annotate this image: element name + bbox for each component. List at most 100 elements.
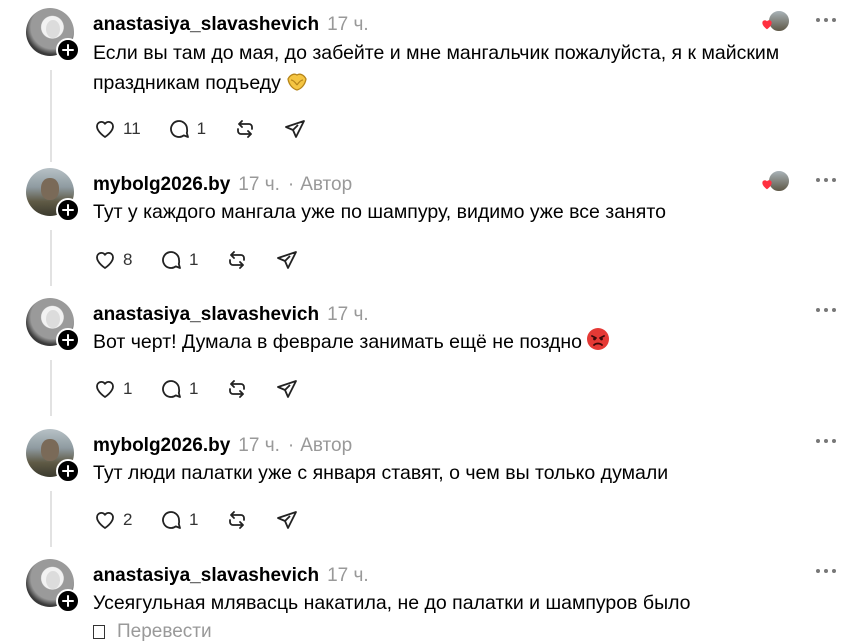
thread-connector-line bbox=[50, 230, 52, 286]
ellipsis-icon[interactable] bbox=[815, 176, 837, 184]
reply-button[interactable]: 1 bbox=[159, 248, 199, 272]
follow-plus-icon[interactable] bbox=[56, 198, 80, 222]
post-time[interactable]: 17 ч. bbox=[327, 565, 369, 587]
avatar-with-follow[interactable] bbox=[26, 298, 80, 352]
share-button[interactable] bbox=[275, 508, 299, 532]
separator-dot: · bbox=[287, 174, 295, 195]
avatar-with-follow[interactable] bbox=[26, 429, 80, 483]
repost-arrows-icon bbox=[229, 511, 245, 529]
post-header: mybolg2026.by 17 ч. · Автор bbox=[93, 174, 352, 196]
follow-plus-icon[interactable] bbox=[56, 459, 80, 483]
liked-by-author-indicator bbox=[760, 10, 790, 34]
thread-connector-line bbox=[50, 70, 52, 162]
reply-count: 1 bbox=[196, 119, 207, 138]
post-text-content: Усеягульная млявасць накатила, не до пал… bbox=[93, 592, 691, 614]
translate-icon bbox=[93, 625, 105, 639]
repost-button[interactable] bbox=[233, 117, 257, 141]
author-badge: Автор bbox=[300, 435, 353, 456]
follow-plus-icon[interactable] bbox=[56, 38, 80, 62]
repost-arrows-icon bbox=[229, 380, 245, 398]
paper-plane-icon bbox=[277, 380, 297, 398]
speech-bubble-icon bbox=[162, 251, 181, 269]
pleading-hands-emoji bbox=[287, 73, 307, 91]
ellipsis-icon[interactable] bbox=[815, 306, 837, 314]
paper-plane-icon bbox=[277, 511, 297, 529]
post-text-content: Вот черт! Думала в феврале занимать ещё … bbox=[93, 331, 583, 353]
like-button[interactable]: 11 bbox=[93, 117, 141, 141]
post-header: anastasiya_slavashevich 17 ч. bbox=[93, 304, 369, 326]
paper-plane-icon bbox=[277, 251, 297, 269]
follow-plus-icon[interactable] bbox=[56, 328, 80, 352]
post-text: Тут у каждого мангала уже по шампуру, ви… bbox=[93, 197, 823, 227]
ellipsis-icon[interactable] bbox=[815, 16, 837, 24]
repost-arrows-icon bbox=[229, 251, 245, 269]
post-header: anastasiya_slavashevich 17 ч. bbox=[93, 14, 369, 36]
username[interactable]: mybolg2026.by bbox=[93, 174, 230, 196]
post-actions: 11 1 bbox=[93, 117, 333, 141]
reply-button[interactable]: 1 bbox=[159, 377, 199, 401]
repost-arrows-icon bbox=[236, 120, 253, 138]
post-time[interactable]: 17 ч. bbox=[327, 14, 369, 36]
repost-button[interactable] bbox=[225, 248, 249, 272]
like-button[interactable]: 8 bbox=[93, 248, 133, 272]
heart-outline-icon bbox=[96, 252, 114, 269]
red-heart-icon bbox=[762, 180, 772, 190]
post-text: Если вы там до мая, до забейте и мне ман… bbox=[93, 38, 823, 98]
username[interactable]: anastasiya_slavashevich bbox=[93, 304, 319, 326]
reply-count: 1 bbox=[189, 510, 199, 529]
paper-plane-icon bbox=[284, 120, 305, 138]
share-button[interactable] bbox=[283, 117, 307, 141]
heart-outline-icon bbox=[96, 512, 114, 529]
speech-bubble-icon bbox=[162, 380, 181, 398]
post-text-content: Если вы там до мая, до забейте и мне ман… bbox=[93, 42, 780, 94]
repost-button[interactable] bbox=[225, 377, 249, 401]
heart-outline-icon bbox=[96, 381, 114, 398]
reply-count: 1 bbox=[189, 379, 199, 398]
post-text: Вот черт! Думала в феврале занимать ещё … bbox=[93, 327, 823, 357]
share-button[interactable] bbox=[275, 248, 299, 272]
angry-face-emoji bbox=[587, 328, 610, 350]
red-heart-icon bbox=[762, 20, 772, 30]
post-actions: 2 1 bbox=[93, 508, 325, 532]
separator-dot: · bbox=[287, 435, 295, 456]
ellipsis-icon[interactable] bbox=[815, 437, 837, 445]
username[interactable]: anastasiya_slavashevich bbox=[93, 565, 319, 587]
post-text: Усеягульная млявасць накатила, не до пал… bbox=[93, 588, 823, 618]
like-count: 8 bbox=[123, 250, 133, 269]
reply-button[interactable]: 1 bbox=[159, 508, 199, 532]
author-badge: Автор bbox=[300, 174, 353, 195]
like-button[interactable]: 2 bbox=[93, 508, 133, 532]
post-text-content: Тут люди палатки уже с января ставят, о … bbox=[93, 462, 669, 484]
avatar-with-follow[interactable] bbox=[26, 168, 80, 222]
repost-button[interactable] bbox=[225, 508, 249, 532]
like-button[interactable]: 1 bbox=[93, 377, 133, 401]
reply-button[interactable]: 1 bbox=[167, 117, 207, 141]
like-count: 2 bbox=[123, 510, 133, 529]
post-time[interactable]: 17 ч. bbox=[238, 435, 280, 457]
follow-plus-icon[interactable] bbox=[56, 589, 80, 613]
post-text: Тут люди палатки уже с января ставят, о … bbox=[93, 458, 823, 488]
speech-bubble-icon bbox=[162, 511, 181, 529]
avatar-with-follow[interactable] bbox=[26, 8, 80, 62]
translate-button[interactable]: Перевести bbox=[93, 621, 212, 643]
like-count: 11 bbox=[123, 119, 141, 138]
post-time[interactable]: 17 ч. bbox=[238, 174, 280, 196]
heart-outline-icon bbox=[96, 121, 114, 138]
post-actions: 8 1 bbox=[93, 248, 325, 272]
translate-label: Перевести bbox=[117, 621, 212, 642]
username[interactable]: anastasiya_slavashevich bbox=[93, 14, 319, 36]
thread-connector-line bbox=[50, 360, 52, 416]
reply-count: 1 bbox=[189, 250, 199, 269]
share-button[interactable] bbox=[275, 377, 299, 401]
ellipsis-icon[interactable] bbox=[815, 567, 837, 575]
post-header: mybolg2026.by 17 ч. · Автор bbox=[93, 435, 352, 457]
username[interactable]: mybolg2026.by bbox=[93, 435, 230, 457]
avatar-with-follow[interactable] bbox=[26, 559, 80, 613]
post-time[interactable]: 17 ч. bbox=[327, 304, 369, 326]
speech-bubble-icon bbox=[169, 120, 189, 138]
post-actions: 1 1 bbox=[93, 377, 325, 401]
comment-thread: anastasiya_slavashevich 17 ч. Если вы та… bbox=[0, 0, 856, 643]
like-count: 1 bbox=[123, 379, 133, 398]
post-text-content: Тут у каждого мангала уже по шампуру, ви… bbox=[93, 201, 666, 223]
liked-by-author-indicator bbox=[760, 170, 790, 194]
